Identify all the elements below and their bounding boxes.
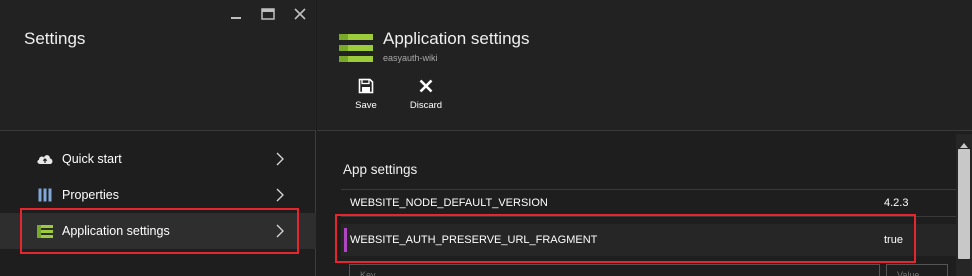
application-settings-header: Application settings easyauth-wiki Save …	[317, 0, 972, 131]
application-settings-blade: Application settings easyauth-wiki Save …	[317, 0, 972, 276]
menu-item-label: Quick start	[62, 152, 122, 166]
close-icon[interactable]	[292, 6, 308, 22]
chevron-right-icon	[274, 224, 286, 238]
app-settings-icon	[36, 224, 54, 238]
section-title: App settings	[343, 162, 418, 177]
setting-key: WEBSITE_AUTH_PRESERVE_URL_FRAGMENT	[350, 234, 598, 246]
discard-label: Discard	[409, 100, 443, 111]
blade-subtitle: easyauth-wiki	[383, 53, 438, 63]
scrollbar-thumb[interactable]	[958, 149, 970, 259]
scroll-up-arrow-icon[interactable]	[959, 136, 969, 148]
chevron-right-icon	[274, 188, 286, 202]
save-icon	[358, 78, 374, 94]
settings-title: Settings	[24, 29, 86, 48]
app-settings-icon	[339, 34, 373, 62]
new-key-input[interactable]	[350, 268, 879, 276]
settings-blade: Settings Quick start Properties Applicat…	[0, 0, 316, 276]
discard-x-icon	[418, 78, 434, 94]
menu-item-quick-start[interactable]: Quick start	[0, 141, 316, 177]
blade-title: Application settings	[383, 29, 530, 48]
setting-value: true	[884, 234, 903, 246]
setting-row[interactable]: WEBSITE_NODE_DEFAULT_VERSION 4.2.3	[341, 189, 972, 217]
menu-item-application-settings[interactable]: Application settings	[0, 213, 316, 249]
settings-blade-header: Settings	[0, 0, 316, 131]
chevron-right-icon	[274, 152, 286, 166]
save-button[interactable]: Save	[344, 78, 388, 111]
save-label: Save	[355, 100, 377, 111]
discard-button[interactable]: Discard	[404, 78, 448, 111]
properties-icon	[36, 188, 54, 202]
new-setting-row	[349, 264, 949, 276]
cloud-icon	[36, 152, 54, 166]
minimize-icon[interactable]	[228, 6, 244, 22]
new-key-field-wrapper	[349, 264, 880, 276]
menu-item-properties[interactable]: Properties	[0, 177, 316, 213]
menu-item-label: Application settings	[62, 224, 170, 238]
menu-item-label: Properties	[62, 188, 119, 202]
maximize-icon[interactable]	[260, 6, 276, 22]
setting-row-selected[interactable]: WEBSITE_AUTH_PRESERVE_URL_FRAGMENT true	[341, 224, 972, 256]
settings-menu: Quick start Properties Application setti…	[0, 141, 316, 249]
setting-value: 4.2.3	[884, 197, 909, 209]
new-value-input[interactable]	[887, 268, 947, 276]
selected-row-marker	[344, 228, 347, 252]
window-controls	[228, 6, 308, 22]
setting-key: WEBSITE_NODE_DEFAULT_VERSION	[350, 197, 548, 209]
new-value-field-wrapper	[886, 264, 948, 276]
